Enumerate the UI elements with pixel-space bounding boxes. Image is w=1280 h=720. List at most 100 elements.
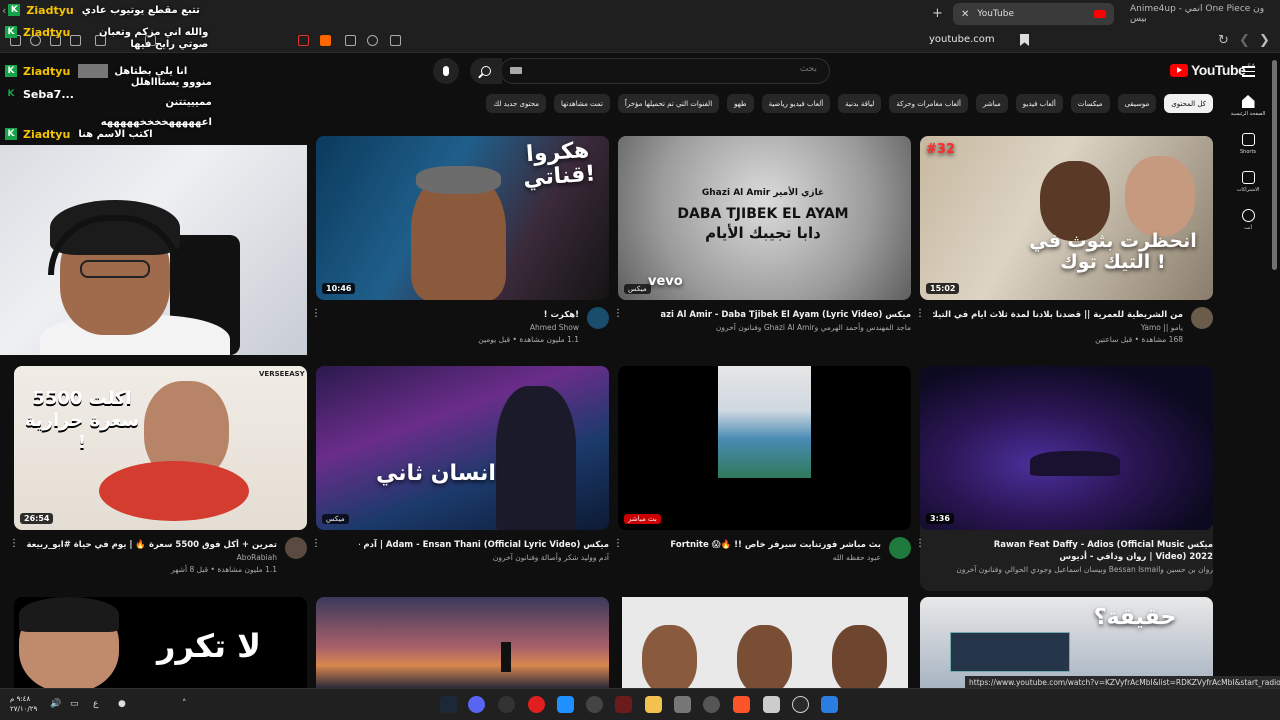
video-thumbnail[interactable]: بث مباشر: [618, 366, 911, 530]
channel-avatar[interactable]: [587, 307, 609, 329]
channel-name[interactable]: آدم ووليد شكر وأصالة وفنانون آخرون: [493, 553, 609, 562]
filter-chip[interactable]: كل المحتوى: [1164, 94, 1213, 113]
guide-item[interactable]: أنت: [1228, 209, 1268, 231]
bookmark-icon[interactable]: [1020, 34, 1029, 46]
more-actions-icon[interactable]: ⋮: [311, 308, 321, 319]
video-thumbnail[interactable]: 3:36: [920, 366, 1213, 530]
taskbar-clock[interactable]: ٩:٤٨ م ٢٧/١٠/٢٩: [10, 694, 37, 714]
video-title[interactable]: !هكرت !: [329, 309, 579, 321]
microphone-icon[interactable]: ●: [118, 699, 126, 709]
filter-chip[interactable]: تمت مشاهدتها: [554, 94, 610, 113]
video-card[interactable]: هكروا قناتي! 10:46 !هكرت ! Ahmed Show 1.…: [311, 136, 609, 357]
video-thumbnail[interactable]: [316, 597, 609, 688]
video-thumbnail[interactable]: Ghazi Al Amir غازي الأمير DABA TJIBEK EL…: [618, 136, 911, 300]
brave-browser-icon[interactable]: [733, 696, 750, 713]
guide-item[interactable]: Shorts: [1228, 133, 1268, 155]
video-thumbnail[interactable]: اكلت 5500 سعرة حرارية ! VERSEEASY 26:54: [14, 366, 307, 530]
app-icon[interactable]: [586, 696, 603, 713]
search-tab-icon[interactable]: [367, 35, 378, 46]
video-card[interactable]: حقيقة؟: [920, 597, 1213, 688]
video-card-hovered[interactable]: 3:36 ميكس Rawan Feat Daffy - Adios (Offi…: [915, 366, 1213, 591]
video-card[interactable]: انحظرت بثوث في التيك توك ! #32 15:02 من …: [915, 136, 1213, 357]
video-card[interactable]: [316, 597, 609, 688]
tab-youtube[interactable]: ✕ YouTube: [953, 3, 1114, 25]
video-card[interactable]: اكلت 5500 سعرة حرارية ! VERSEEASY 26:54 …: [9, 366, 307, 587]
more-actions-icon[interactable]: ⋮: [613, 308, 623, 319]
video-thumbnail[interactable]: حقيقة؟: [920, 597, 1213, 688]
steam-icon[interactable]: [440, 696, 457, 713]
app-icon[interactable]: [703, 696, 720, 713]
video-title[interactable]: تمرين + أكل فوق 5500 سعرة 🔥 | يوم في حيا…: [27, 539, 277, 551]
more-actions-icon[interactable]: ⋮: [613, 538, 623, 549]
video-thumbnail[interactable]: لا تكرر: [14, 597, 307, 688]
channel-name[interactable]: ماجد المهندس وأحمد الهرمي وGhazi Al Amir…: [716, 323, 911, 332]
extensions-icon[interactable]: [390, 35, 401, 46]
channel-name[interactable]: روان بن حسين وBessan Ismail وبيسان اسماع…: [956, 565, 1213, 574]
filter-chip[interactable]: ميكسات: [1070, 94, 1110, 113]
voicemeeter-icon[interactable]: [615, 696, 632, 713]
keyboard-icon[interactable]: [510, 67, 522, 74]
channel-avatar[interactable]: [889, 537, 911, 559]
channel-avatar[interactable]: [1191, 307, 1213, 329]
search-button[interactable]: [470, 58, 502, 84]
more-actions-icon[interactable]: ⋮: [915, 538, 925, 549]
forward-icon[interactable]: ❮: [1239, 33, 1250, 48]
new-tab-icon[interactable]: +: [932, 6, 943, 21]
wave-icon[interactable]: [557, 696, 574, 713]
video-thumbnail[interactable]: هكروا قناتي! 10:46: [316, 136, 609, 300]
video-title[interactable]: من الشريطية للعمرية || قضدنا بلادنا لمدة…: [933, 309, 1183, 321]
page-scrollbar[interactable]: [1272, 60, 1277, 270]
channel-name[interactable]: عبود حفظه الله: [833, 553, 881, 562]
filter-chip[interactable]: طهو: [727, 94, 754, 113]
brave-rewards-icon[interactable]: [298, 35, 309, 46]
guide-item[interactable]: الاشتراكات: [1228, 171, 1268, 193]
youtube-app-icon[interactable]: [528, 696, 545, 713]
filter-chip[interactable]: ألعاب مغامرات وحركة: [889, 94, 969, 113]
store-icon[interactable]: [674, 696, 691, 713]
filter-chip[interactable]: محتوى جديد لك: [486, 94, 547, 113]
video-card[interactable]: لا تكرر: [14, 597, 307, 688]
voice-search-button[interactable]: [433, 58, 459, 84]
filter-chip[interactable]: مباشر: [976, 94, 1008, 113]
video-thumbnail[interactable]: [622, 597, 908, 688]
brave-shields-icon[interactable]: [320, 35, 331, 46]
channel-name[interactable]: يامو || Yamo: [1141, 323, 1183, 332]
filter-chip[interactable]: لياقة بدنية: [838, 94, 882, 113]
network-icon[interactable]: ▭: [70, 699, 79, 709]
share-icon[interactable]: [345, 35, 356, 46]
search-box[interactable]: [500, 58, 830, 84]
guide-item[interactable]: الصفحة الرئيسية: [1228, 95, 1268, 117]
more-actions-icon[interactable]: ⋮: [9, 538, 19, 549]
filter-chip[interactable]: ألعاب فيديو رياضية: [761, 94, 831, 113]
guide-menu-icon[interactable]: [1242, 66, 1255, 80]
video-card[interactable]: [622, 597, 915, 688]
video-card[interactable]: انسان ثاني ميكس ميكس Adam - Ensan Thani …: [311, 366, 609, 587]
volume-icon[interactable]: 🔊: [50, 699, 61, 709]
notepad-icon[interactable]: [763, 696, 780, 713]
filter-chip[interactable]: ألعاب فيديو: [1015, 94, 1063, 113]
close-tab-icon[interactable]: ✕: [961, 9, 969, 20]
obs-icon[interactable]: [498, 696, 515, 713]
video-title[interactable]: ميكس Adam - Ensan Thani (Official Lyric …: [359, 539, 609, 551]
tray-overflow-icon[interactable]: ˄: [182, 699, 187, 709]
file-explorer-icon[interactable]: [645, 696, 662, 713]
reload-icon[interactable]: ↻: [1218, 33, 1229, 48]
channel-avatar[interactable]: [285, 537, 307, 559]
windows-start-icon[interactable]: [821, 696, 838, 713]
more-actions-icon[interactable]: ⋮: [915, 308, 925, 319]
video-thumbnail[interactable]: انسان ثاني ميكس: [316, 366, 609, 530]
search-taskbar-icon[interactable]: [792, 696, 809, 713]
channel-name[interactable]: Ahmed Show: [530, 323, 579, 332]
filter-chip[interactable]: موسيقى: [1117, 94, 1157, 113]
video-card[interactable]: بث مباشر بث مباشر فورتنايت سيرفر خاص !! …: [613, 366, 911, 587]
channel-name[interactable]: AboRabiah: [237, 553, 277, 562]
discord-icon[interactable]: [468, 696, 485, 713]
tab-anime4up[interactable]: Anime4up - انمي One Piece ون بيس: [1122, 3, 1280, 25]
url-field[interactable]: youtube.com: [929, 34, 995, 45]
back-icon[interactable]: ❯: [1259, 33, 1270, 48]
video-card[interactable]: Ghazi Al Amir غازي الأمير DABA TJIBEK EL…: [613, 136, 911, 357]
language-indicator[interactable]: ع: [93, 699, 98, 709]
video-title[interactable]: بث مباشر فورتنايت سيرفر خاص !! 🔥😱 Fortni…: [631, 539, 881, 551]
video-thumbnail[interactable]: انحظرت بثوث في التيك توك ! #32 15:02: [920, 136, 1213, 300]
search-input[interactable]: [617, 64, 817, 74]
